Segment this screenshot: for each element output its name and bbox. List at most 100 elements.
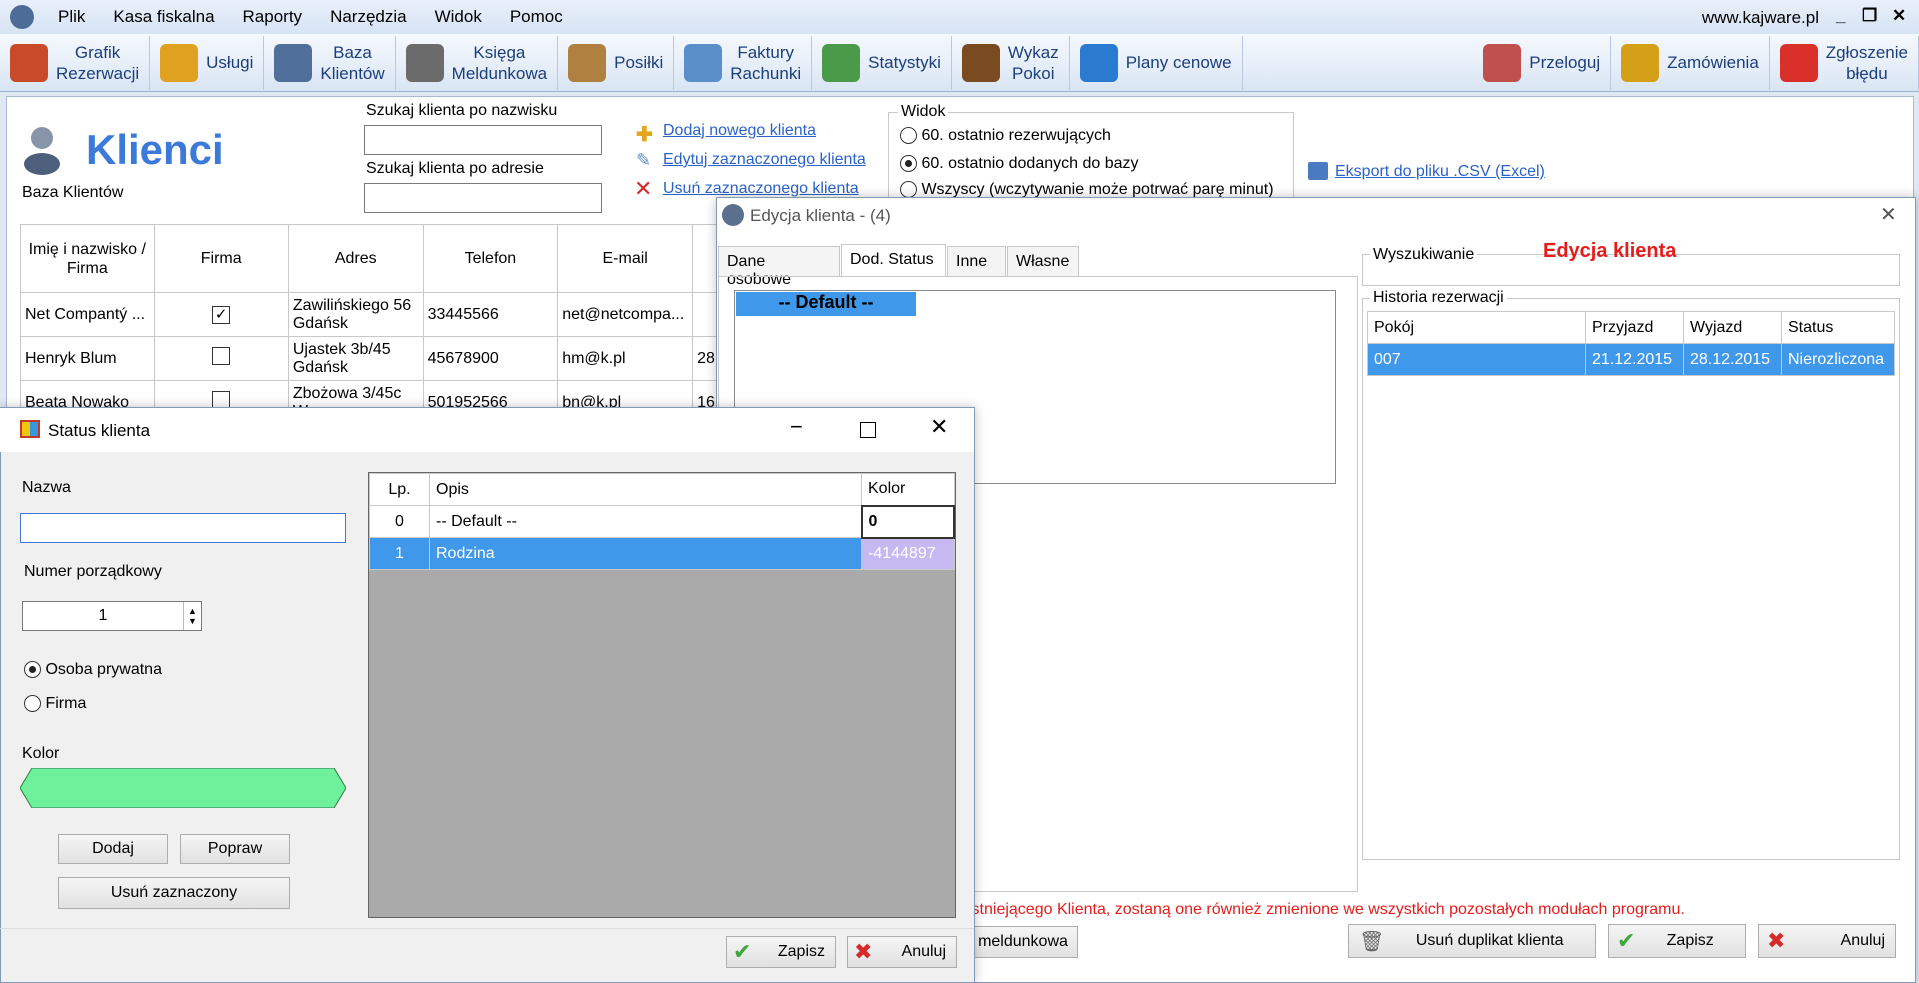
toolbar-button-label: Grafik Rezerwacji — [56, 42, 139, 84]
menu-item-plik[interactable]: Plik — [44, 7, 99, 27]
toolbar-button-coins[interactable]: Zamówienia — [1611, 35, 1770, 90]
history-col-status[interactable]: Status — [1781, 311, 1895, 344]
toolbar-button-broom[interactable]: Usługi — [150, 35, 265, 90]
toolbar-label-line: Rachunki — [730, 63, 802, 83]
toolbar-button-label: Zamówienia — [1667, 52, 1759, 73]
cancel-icon: ✖ — [1767, 928, 1786, 953]
status-row[interactable]: 1 Rodzina -4144897 — [369, 537, 955, 570]
status-col-opis[interactable]: Opis — [429, 473, 862, 506]
status-col-lp[interactable]: Lp. — [369, 473, 430, 506]
history-col-arrival[interactable]: Przyjazd — [1585, 311, 1684, 344]
order-value: 1 — [98, 607, 108, 624]
edit-save-button[interactable]: ✔ Zapisz — [1608, 924, 1746, 958]
fix-button[interactable]: Popraw — [180, 834, 290, 864]
view-option-recent-reservations[interactable]: 60. ostatnio rezerwujących — [900, 127, 1111, 145]
column-firma[interactable]: Firma — [153, 224, 289, 293]
app-logo-icon — [10, 5, 34, 29]
search-address-input[interactable] — [364, 183, 602, 213]
toolbar-button-door[interactable]: Wykaz Pokoi — [952, 35, 1070, 90]
clients-table: Imię i nazwisko / Firma Firma Adres Tele… — [20, 224, 720, 425]
table-row[interactable]: Henryk Blum Ujastek 3b/45 Gdańsk 45678900 hm… — [20, 336, 720, 381]
column-address[interactable]: Adres — [287, 224, 424, 293]
edit-cancel-button[interactable]: ✖ Anuluj — [1758, 924, 1896, 958]
status-maximize-icon[interactable] — [860, 422, 876, 438]
status-list-item[interactable]: -- Default -- — [736, 292, 916, 316]
view-option-recent-added[interactable]: 60. ostatnio dodanych do bazy — [900, 155, 1139, 173]
toolbar-button-users[interactable]: Przeloguj — [1473, 35, 1612, 90]
status-minimize-icon[interactable]: − — [790, 414, 803, 440]
add-client-link[interactable]: Dodaj nowego klienta — [663, 122, 816, 140]
menu-item-pomoc[interactable]: Pomoc — [496, 7, 577, 27]
toolbar-button-label: Przeloguj — [1529, 52, 1600, 73]
toolbar-button-user[interactable]: Baza Klientów — [264, 35, 396, 90]
history-col-room[interactable]: Pokój — [1367, 311, 1586, 344]
tab-wlasne[interactable]: Własne — [1007, 246, 1079, 276]
remove-duplicate-button[interactable]: 🗑 Usuń duplikat klienta — [1348, 924, 1596, 958]
tab-inne[interactable]: Inne — [947, 246, 1006, 276]
toolbar-label-line: Przeloguj — [1529, 53, 1601, 72]
toolbar-button-error[interactable]: Zgłoszenie błędu — [1770, 35, 1919, 90]
search-name-label: Szukaj klienta po nazwisku — [366, 102, 558, 119]
column-phone[interactable]: Telefon — [422, 224, 559, 293]
order-stepper[interactable]: 1 ▲ ▼ — [22, 601, 202, 631]
toolbar-button-book[interactable]: Księga Meldunkowa — [396, 35, 559, 90]
tab-dane-osobowe[interactable]: Dane osobowe — [718, 246, 840, 288]
view-option-label: Wszyscy (wczytywanie może potrwać parę m… — [921, 181, 1274, 198]
toolbar-button-invoice[interactable]: Faktury Rachunki — [674, 35, 813, 90]
color-swatch[interactable] — [20, 768, 346, 808]
tab-dod-status[interactable]: Dod. Status — [841, 244, 946, 276]
radio-company[interactable]: Firma — [24, 695, 86, 713]
coins-icon — [1621, 43, 1660, 82]
status-close-icon[interactable]: ✕ — [930, 414, 948, 440]
column-name[interactable]: Imię i nazwisko / Firma — [20, 224, 155, 293]
menu-item-narzedzia[interactable]: Narzędzia — [316, 7, 421, 27]
export-csv-link[interactable]: Eksport do pliku .CSV (Excel) — [1335, 163, 1545, 181]
status-cancel-button[interactable]: ✖ Anuluj — [847, 936, 957, 968]
status-save-label: Zapisz — [777, 943, 825, 960]
minimize-icon[interactable]: _ — [1836, 6, 1845, 26]
website-link[interactable]: www.kajware.pl — [1702, 8, 1819, 28]
column-email[interactable]: E-mail — [557, 224, 694, 293]
status-col-kolor[interactable]: Kolor — [861, 473, 955, 506]
check-icon: ✔ — [1617, 928, 1636, 953]
firma-checkbox[interactable] — [212, 347, 231, 365]
meldunkowa-button[interactable]: meldunkowa — [968, 926, 1078, 958]
toolbar-button-price-chart[interactable]: Plany cenowe — [1070, 35, 1243, 90]
add-button[interactable]: Dodaj — [58, 834, 168, 864]
menu-item-widok[interactable]: Widok — [421, 7, 496, 27]
radio-private[interactable]: Osoba prywatna — [24, 661, 162, 679]
toolbar-button-chart[interactable]: Statystyki — [812, 35, 952, 90]
edit-window-close-icon[interactable]: ✕ — [1880, 202, 1897, 227]
status-cancel-label: Anuluj — [901, 943, 946, 960]
table-row[interactable]: Net Compantý ... ✓ Zawilińskiego 56 Gdańsk 3… — [20, 292, 720, 337]
toolbar-label-line: Zamówienia — [1667, 53, 1759, 72]
menu-item-kasa[interactable]: Kasa fiskalna — [99, 7, 228, 27]
edit-window-title: Edycja klienta - (4) — [750, 206, 891, 225]
status-name-input[interactable] — [20, 513, 346, 543]
toolbar-button-calendar[interactable]: Grafik Rezerwacji — [0, 35, 151, 90]
history-row[interactable]: 007 21.12.2015 28.12.2015 Nierozliczona — [1367, 343, 1895, 376]
history-col-departure[interactable]: Wyjazd — [1683, 311, 1782, 344]
status-cell: Rodzina — [429, 537, 862, 570]
remove-selected-button[interactable]: Usuń zaznaczony — [58, 877, 290, 909]
edit-client-link[interactable]: Edytuj zaznaczonego klienta — [663, 151, 866, 169]
delete-client-link[interactable]: Usuń zaznaczonego klienta — [663, 180, 859, 198]
search-name-input[interactable] — [364, 125, 602, 155]
spinner-arrows-icon[interactable]: ▲ ▼ — [183, 602, 201, 630]
status-row[interactable]: 0 -- Default -- 0 — [369, 504, 955, 539]
address-line: Gdańsk — [292, 358, 348, 376]
view-group-label: Widok — [898, 103, 949, 121]
status-cell: -- Default -- — [429, 505, 862, 538]
view-option-label: 60. ostatnio rezerwujących — [921, 127, 1111, 144]
menu-item-raporty[interactable]: Raporty — [229, 7, 317, 27]
clients-user-icon — [20, 124, 68, 176]
status-save-button[interactable]: ✔ Zapisz — [726, 936, 836, 968]
close-icon[interactable]: ✕ — [1892, 6, 1906, 26]
firma-checkbox[interactable]: ✓ — [212, 305, 231, 324]
toolbar-button-food[interactable]: Posiłki — [558, 35, 675, 90]
edit-save-label: Zapisz — [1666, 932, 1714, 949]
restore-icon[interactable]: ❐ — [1862, 6, 1877, 26]
address-line: Ujastek 3b/45 — [292, 340, 391, 358]
remove-duplicate-label: Usuń duplikat klienta — [1415, 932, 1564, 949]
toolbar-button-label: Księga Meldunkowa — [452, 42, 547, 84]
